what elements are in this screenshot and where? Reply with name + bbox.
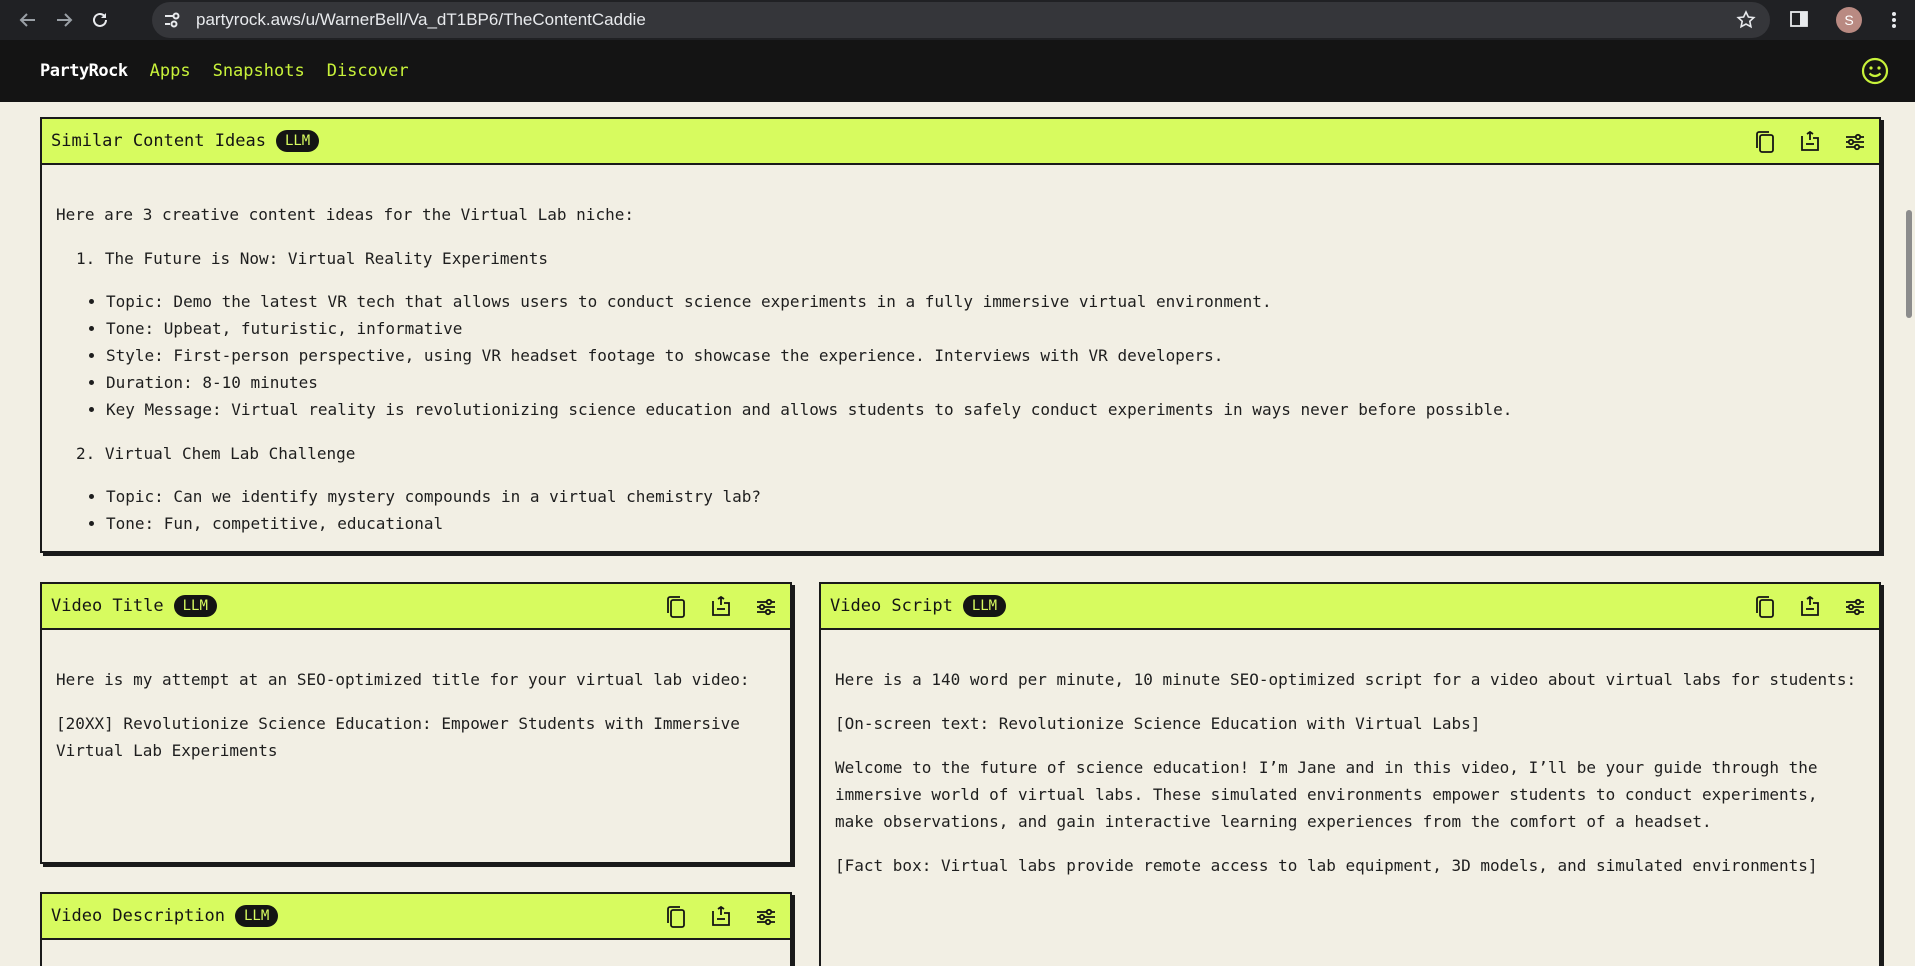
copy-button[interactable]	[660, 593, 692, 621]
settings-sliders-icon	[1846, 598, 1864, 616]
video-title-intro: Here is my attempt at an SEO-optimized t…	[56, 670, 750, 689]
copy-button[interactable]	[1749, 593, 1781, 621]
llm-badge: LLM	[235, 905, 279, 927]
video-title-text: [20XX] Revolutionize Science Education: …	[56, 714, 740, 760]
card-header: Video Script LLM	[821, 584, 1879, 630]
card-tools	[660, 903, 782, 931]
script-onscreen-text: [On-screen text: Revolutionize Science E…	[835, 714, 1481, 733]
card-content: Here is my attempt at an SEO-optimized t…	[42, 630, 790, 764]
list-item: Key Message: Virtual reality is revoluti…	[106, 396, 1865, 423]
reload-button[interactable]	[82, 2, 118, 38]
card-tools	[1749, 128, 1871, 156]
copy-icon	[1756, 131, 1774, 153]
script-body: Welcome to the future of science educati…	[835, 758, 1818, 831]
url-text[interactable]: partyrock.aws/u/WarnerBell/Va_dT1BP6/The…	[196, 10, 646, 30]
forward-arrow-icon	[57, 13, 73, 27]
settings-button[interactable]	[1839, 593, 1871, 621]
export-button[interactable]	[705, 593, 737, 621]
site-info-icon[interactable]	[162, 10, 182, 30]
idea-1-bullets: Topic: Demo the latest VR tech that allo…	[56, 288, 1865, 423]
video-description-card: Video Description LLM	[40, 892, 792, 966]
address-bar[interactable]: partyrock.aws/u/WarnerBell/Va_dT1BP6/The…	[152, 2, 1770, 38]
copy-button[interactable]	[660, 903, 692, 931]
app-header: PartyRock Apps Snapshots Discover	[0, 40, 1915, 102]
llm-badge: LLM	[962, 595, 1007, 617]
user-smiley-icon[interactable]	[1861, 57, 1889, 90]
copy-button[interactable]	[1749, 128, 1781, 156]
settings-sliders-icon	[757, 598, 775, 616]
side-panel-icon[interactable]	[1789, 9, 1809, 34]
idea-2-bullets: Topic: Can we identify mystery compounds…	[56, 483, 1865, 537]
export-button[interactable]	[705, 903, 737, 931]
bookmark-star-icon[interactable]	[1736, 10, 1756, 35]
script-fact-box: [Fact box: Virtual labs provide remote a…	[835, 856, 1818, 875]
card-title: Video Description	[51, 906, 225, 926]
list-item: Tone: Fun, competitive, educational	[106, 510, 1865, 537]
idea-2-title: 2. Virtual Chem Lab Challenge	[76, 444, 356, 463]
list-item: Topic: Demo the latest VR tech that allo…	[106, 288, 1865, 315]
export-icon	[1801, 595, 1819, 616]
settings-button[interactable]	[750, 903, 782, 931]
similar-content-card: Similar Content Ideas LLM Here are 3 cre…	[40, 117, 1881, 553]
list-item: Duration: 8-10 minutes	[106, 369, 1865, 396]
list-item: Topic: Can we identify mystery compounds…	[106, 483, 1865, 510]
llm-badge: LLM	[275, 130, 320, 152]
back-arrow-icon	[19, 13, 35, 27]
list-item: Style: First-person perspective, using V…	[106, 342, 1865, 369]
intro-text: Here are 3 creative content ideas for th…	[56, 205, 634, 224]
card-title: Video Title	[51, 596, 164, 616]
brand-logo[interactable]: PartyRock	[40, 61, 128, 81]
export-button[interactable]	[1794, 128, 1826, 156]
script-intro: Here is a 140 word per minute, 10 minute…	[835, 670, 1857, 689]
copy-icon	[1756, 596, 1774, 618]
nav-snapshots[interactable]: Snapshots	[213, 61, 305, 81]
card-tools	[1749, 593, 1871, 621]
card-header: Similar Content Ideas LLM	[42, 119, 1879, 165]
card-header: Video Title LLM	[42, 584, 790, 630]
browser-toolbar: partyrock.aws/u/WarnerBell/Va_dT1BP6/The…	[0, 0, 1915, 40]
reload-icon	[93, 12, 107, 27]
card-content: Here are 3 creative content ideas for th…	[42, 165, 1879, 537]
browser-menu-icon[interactable]	[1884, 10, 1904, 30]
idea-1-title: 1. The Future is Now: Virtual Reality Ex…	[76, 249, 549, 268]
settings-button[interactable]	[1839, 128, 1871, 156]
card-header: Video Description LLM	[42, 894, 790, 940]
nav-apps[interactable]: Apps	[150, 61, 191, 81]
export-icon	[712, 595, 730, 616]
llm-badge: LLM	[173, 595, 217, 617]
settings-sliders-icon	[1846, 133, 1864, 151]
export-icon	[712, 905, 730, 926]
list-item: Tone: Upbeat, futuristic, informative	[106, 315, 1865, 342]
card-title: Similar Content Ideas	[51, 131, 266, 151]
forward-button[interactable]	[46, 2, 82, 38]
settings-sliders-icon	[757, 908, 775, 926]
nav-discover[interactable]: Discover	[327, 61, 409, 81]
copy-icon	[667, 906, 685, 928]
export-icon	[1801, 130, 1819, 151]
scrollbar-thumb[interactable]	[1906, 210, 1912, 318]
copy-icon	[667, 596, 685, 618]
back-button[interactable]	[10, 2, 46, 38]
card-title: Video Script	[830, 596, 953, 616]
profile-avatar[interactable]: S	[1836, 7, 1862, 33]
card-content: Here is a 140 word per minute, 10 minute…	[821, 630, 1879, 879]
video-script-card: Video Script LLM Here is a 140 word per …	[819, 582, 1881, 966]
export-button[interactable]	[1794, 593, 1826, 621]
video-title-card: Video Title LLM Here is my attempt at an…	[40, 582, 792, 864]
settings-button[interactable]	[750, 593, 782, 621]
card-tools	[660, 593, 782, 621]
